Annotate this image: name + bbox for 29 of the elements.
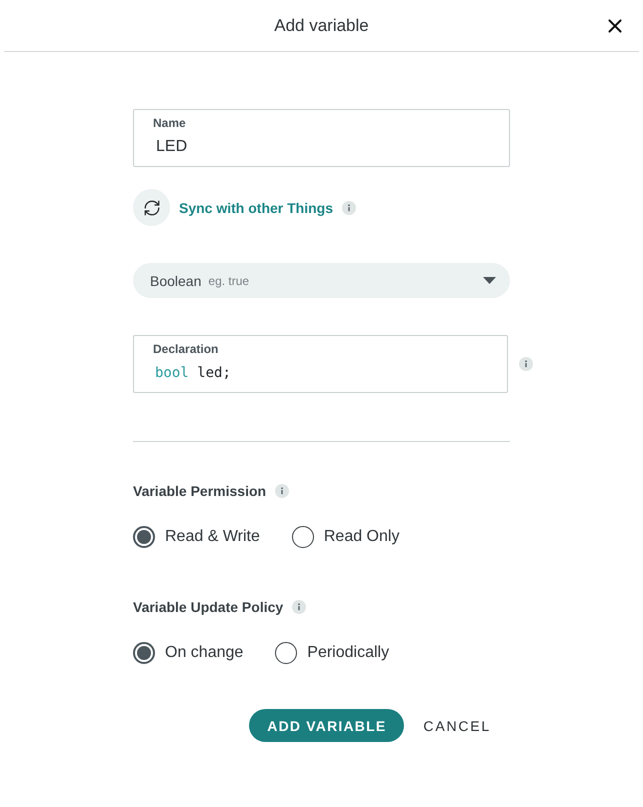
radio-label[interactable]: Periodically <box>307 644 390 662</box>
radio-button[interactable] <box>133 526 155 548</box>
radio-button[interactable] <box>133 642 155 664</box>
select-example: eg. true <box>208 274 250 288</box>
add-button[interactable]: ADD VARIABLE <box>249 709 404 742</box>
dialog-title: Add variable <box>274 16 369 36</box>
field-label: Name <box>153 116 187 131</box>
code-text: bool led; <box>154 364 232 383</box>
info-icon[interactable] <box>275 484 290 498</box>
sync-icon[interactable] <box>133 189 170 226</box>
section-heading: Variable Permission <box>133 482 266 500</box>
field-value: LED <box>155 137 188 157</box>
info-icon[interactable] <box>292 600 306 614</box>
sync-link[interactable]: Sync with other Things <box>179 200 334 216</box>
radio-label[interactable]: Read & Write <box>165 528 260 546</box>
caret-icon <box>483 277 496 284</box>
name-field[interactable]: Name LED <box>133 109 510 167</box>
radio-button[interactable] <box>292 526 314 548</box>
field-label: Declaration <box>153 342 220 357</box>
select-value: Boolean <box>150 272 202 288</box>
declaration-field[interactable]: Declaration bool led; <box>133 335 508 393</box>
radio-label[interactable]: On change <box>165 644 244 662</box>
info-icon[interactable] <box>519 357 533 371</box>
info-icon[interactable] <box>342 200 356 214</box>
type-select[interactable]: Boolean eg. true <box>133 263 510 298</box>
cancel-button[interactable]: CANCEL <box>404 709 510 742</box>
radio-button[interactable] <box>275 642 298 664</box>
radio-label[interactable]: Read Only <box>324 528 400 546</box>
section-heading: Variable Update Policy <box>133 598 284 616</box>
